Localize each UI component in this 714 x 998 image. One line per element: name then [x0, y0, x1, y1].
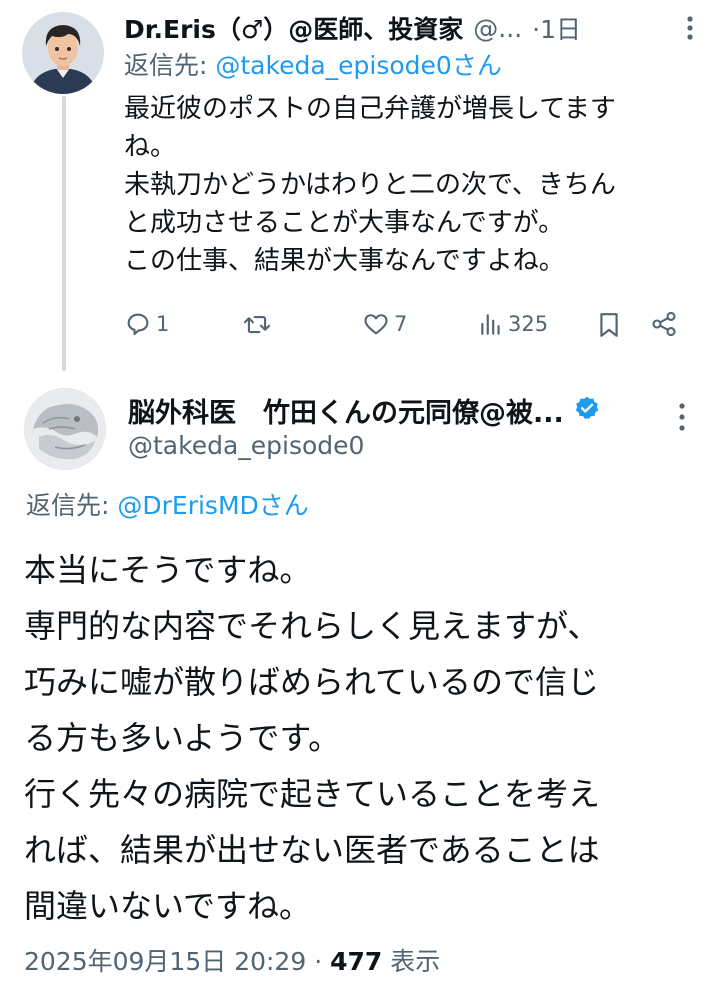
reply-tweet-header: Dr.Eris（♂）@医師、投資家 @... ·1日 [124, 8, 704, 48]
author-name[interactable]: Dr.Eris（♂）@医師、投資家 [124, 10, 463, 46]
share-button[interactable] [650, 310, 678, 338]
retweet-button[interactable] [242, 310, 276, 338]
reply-tweet-text: 最近彼のポストの自己弁護が増長してます ね。 未執刀かどうかはわりと二の次で、き… [124, 90, 700, 280]
text-line: この仕事、結果が大事なんですよね。 [124, 246, 565, 276]
main-tweet-text: 本当にそうですね。 専門的な内容でそれらしく見えますが、 巧みに嘘が散りばめられ… [24, 542, 694, 934]
author-handle[interactable]: @... [473, 14, 522, 43]
tweet-meta: 2025年09月15日 20:29 · 477 表示 [24, 942, 440, 982]
like-button[interactable]: 7 [362, 310, 407, 338]
more-vert-icon[interactable] [676, 14, 704, 46]
reply-to-prefix: 返信先: [124, 51, 216, 80]
reply-to-mention-link[interactable]: @DrErisMDさん [117, 491, 308, 520]
text-line: 間違いないですね。 [24, 887, 312, 925]
like-count: 7 [394, 312, 408, 336]
reply-icon [127, 313, 149, 335]
reply-count: 1 [156, 312, 170, 336]
main-tweet-header: 脳外科医 竹田くんの元同僚@被... [128, 390, 600, 430]
tweet-timestamp[interactable]: 2025年09月15日 20:29 [24, 947, 306, 976]
author-handle[interactable]: @takeda_episode0 [128, 428, 364, 464]
like-icon [364, 314, 388, 335]
text-line: ね。 [124, 132, 177, 162]
meta-separator: · [306, 947, 331, 976]
bookmark-icon [600, 313, 618, 337]
reply-to-line: 返信先: @takeda_episode0さん [124, 48, 704, 84]
text-line: 専門的な内容でそれらしく見えますが、 [24, 607, 600, 645]
retweet-icon [243, 316, 271, 334]
views-icon [481, 314, 500, 335]
views-label: 表示 [382, 947, 441, 976]
reply-tweet[interactable]: Dr.Eris（♂）@医師、投資家 @... ·1日 返信先: @takeda_… [124, 8, 704, 280]
reply-to-mention-link[interactable]: @takeda_episode0さん [215, 51, 501, 80]
avatar-takeda-episode0[interactable] [24, 388, 106, 470]
text-line: 行く先々の病院で起きていることを考え [24, 775, 601, 813]
share-icon [652, 311, 676, 337]
text-line: と成功させることが大事なんですが。 [124, 208, 565, 238]
text-line: 本当にそうですね。 [24, 551, 312, 589]
views-button[interactable]: 325 [478, 310, 548, 338]
view-count: 325 [508, 312, 549, 336]
avatar-dr-eris[interactable] [22, 12, 104, 94]
text-line: る方も多いようです。 [24, 719, 341, 757]
reply-to-line: 返信先: @DrErisMDさん [26, 488, 309, 524]
tweet-time[interactable]: ·1日 [532, 10, 581, 46]
text-line: れば、結果が出せない医者であることは [24, 831, 600, 869]
text-line: 未執刀かどうかはわりと二の次で、きちん [124, 170, 616, 200]
bookmark-button[interactable] [596, 310, 622, 340]
reply-button[interactable]: 1 [124, 310, 169, 338]
view-count: 477 [330, 947, 383, 976]
reply-to-prefix: 返信先: [26, 491, 118, 520]
text-line: 最近彼のポストの自己弁護が増長してます [124, 94, 616, 124]
text-line: 巧みに嘘が散りばめられているので信じ [24, 663, 600, 701]
verified-badge-icon [574, 395, 600, 425]
reply-tweet-actions: 1 7 325 [124, 310, 684, 346]
more-vert-icon[interactable] [668, 400, 696, 438]
author-name[interactable]: 脳外科医 竹田くんの元同僚@被... [128, 391, 564, 430]
thread-connector-line [62, 96, 66, 371]
